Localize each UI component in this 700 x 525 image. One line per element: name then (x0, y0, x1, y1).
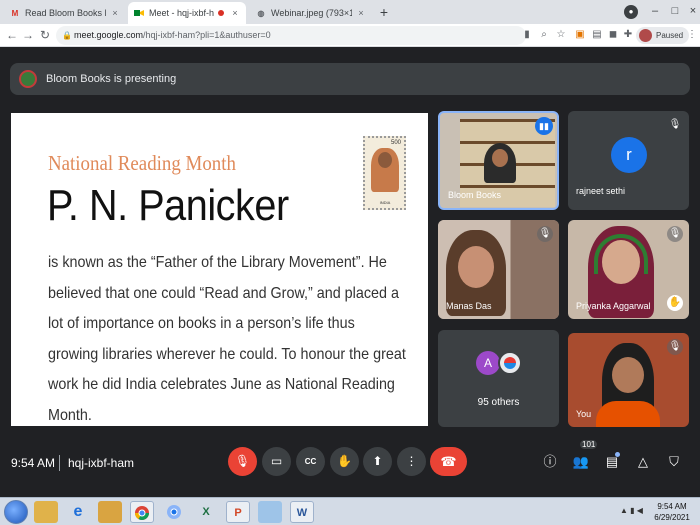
tab-webinar[interactable]: ◍ Webinar.jpeg (793×1122) × (250, 2, 372, 24)
browser-toolbar: ← → ↻ 🔒 meet.google.com/hqj-ixbf-ham?pli… (0, 24, 700, 47)
participant-name: Manas Das (446, 301, 492, 311)
url-host: meet.google.com (74, 30, 144, 40)
minimize-button[interactable]: – (644, 0, 666, 24)
tab-close-icon[interactable]: × (110, 8, 120, 18)
participant-video (596, 343, 660, 427)
participant-tile-others[interactable]: A 95 others (438, 330, 559, 427)
people-count-badge: 101 (580, 440, 598, 449)
avatar (639, 29, 652, 42)
camera-toggle-button[interactable]: ▭ (262, 447, 291, 476)
meeting-details-icon[interactable]: ⓘ (541, 453, 559, 471)
photos-icon[interactable] (258, 501, 282, 523)
extension-icon[interactable]: ▤ (590, 28, 604, 42)
participant-tile-you[interactable]: 🎙︎ You (568, 333, 689, 427)
divider (59, 455, 60, 471)
profile-menu-icon[interactable]: ● (624, 5, 638, 19)
mic-off-icon: 🎙︎ (668, 119, 682, 130)
participant-name: Priyanka Aggarwal (576, 301, 651, 311)
windows-taskbar: e X P W ▲ ▮ ◀ 9:54 AM 6/29/2021 (0, 497, 700, 525)
excel-icon[interactable]: X (194, 501, 218, 523)
raise-hand-icon: ✋ (667, 295, 683, 311)
others-count: 95 others (477, 397, 520, 408)
bloom-books-logo (19, 70, 37, 88)
meeting-code: hqj-ixbf-ham (68, 456, 135, 470)
bookmark-star-icon[interactable]: ☆ (554, 28, 568, 42)
shared-screen-slide: National Reading Month P. N. Panicker is… (11, 113, 428, 426)
browser-tab-strip: M Read Bloom Books Mystery Read × Meet -… (0, 0, 700, 24)
activities-icon[interactable]: △ (634, 453, 652, 471)
taskbar-date: 6/29/2021 (654, 513, 690, 522)
lock-icon: 🔒 (62, 31, 72, 40)
stamp-value: 500 (390, 140, 401, 146)
taskbar-time: 9:54 AM (657, 502, 687, 511)
present-screen-button[interactable]: ⬆ (363, 447, 392, 476)
mic-toggle-button[interactable]: 🎙︎ (228, 447, 257, 476)
people-icon[interactable]: 👥 (572, 453, 590, 471)
puzzle-icon[interactable]: ✚ (621, 28, 635, 42)
participant-name: rajneet sethi (576, 186, 626, 196)
back-button[interactable]: ← (4, 27, 20, 43)
speaking-indicator-icon: ▮▮ (535, 117, 553, 135)
system-tray-icons[interactable]: ▲ ▮ ◀ (620, 506, 643, 515)
slide-kicker: National Reading Month (48, 151, 236, 175)
meeting-time: 9:54 AM (11, 456, 56, 470)
forward-button[interactable]: → (20, 27, 36, 43)
folder-icon[interactable] (34, 501, 58, 523)
tab-close-icon[interactable]: × (356, 8, 366, 18)
new-tab-button[interactable]: + (375, 4, 393, 22)
raise-hand-button[interactable]: ✋ (330, 447, 359, 476)
profile-paused-button[interactable]: Paused (636, 27, 690, 44)
explorer-icon[interactable] (98, 501, 122, 523)
meet-icon (134, 8, 144, 18)
postage-stamp-image: 500 INDIA (363, 136, 406, 210)
chrome-icon[interactable] (162, 501, 186, 523)
extension-icon[interactable]: ◼ (606, 28, 620, 42)
chat-notification-dot (615, 452, 620, 457)
globe-icon: ◍ (257, 8, 265, 18)
leave-call-button[interactable]: ☎ (430, 447, 467, 476)
more-options-button[interactable]: ⋮ (397, 447, 426, 476)
slide-body: is known as the “Father of the Library M… (48, 254, 406, 424)
ie-icon[interactable]: e (66, 501, 90, 523)
captions-button[interactable]: CC (296, 447, 325, 476)
slide-title: P. N. Panicker (47, 181, 289, 230)
more-menu-icon[interactable]: ⋮ (685, 28, 699, 42)
word-icon[interactable]: W (290, 501, 314, 523)
url-path: /hqj-ixbf-ham?pli=1&authuser=0 (143, 30, 271, 40)
presenting-text: Bloom Books is presenting (46, 73, 177, 85)
chrome-icon[interactable] (130, 501, 154, 523)
tab-close-icon[interactable]: × (230, 8, 240, 18)
participant-tile-bloom-books[interactable]: ▮▮ Bloom Books (438, 111, 559, 210)
participant-video (484, 143, 516, 183)
stamp-face (378, 152, 392, 168)
gmail-icon: M (11, 8, 19, 18)
avatar: A (476, 351, 500, 375)
avatar (498, 351, 522, 375)
taskbar-clock[interactable]: 9:54 AM 6/29/2021 (648, 501, 696, 523)
tab-gmail[interactable]: M Read Bloom Books Mystery Read × (4, 2, 126, 24)
extension-icon[interactable]: ▣ (573, 28, 587, 42)
participant-tile-manas[interactable]: 🎙︎ Manas Das (438, 220, 559, 319)
participant-name: Bloom Books (448, 190, 502, 200)
start-button[interactable] (4, 500, 28, 524)
participant-tile-priyanka[interactable]: 🎙︎ ✋ Priyanka Aggarwal (568, 220, 689, 319)
avatar: r (611, 137, 647, 173)
host-controls-icon[interactable]: ⛉ (665, 453, 683, 471)
powerpoint-icon[interactable]: P (226, 501, 250, 523)
tab-meet[interactable]: Meet - hqj-ixbf-ham × (128, 2, 246, 24)
address-bar[interactable]: 🔒 meet.google.com/hqj-ixbf-ham?pli=1&aut… (56, 26, 526, 45)
reload-button[interactable]: ↻ (37, 27, 53, 43)
participant-tile-rajneet[interactable]: 🎙︎ r rajneet sethi (568, 111, 689, 210)
recording-dot-icon (218, 10, 224, 16)
mic-off-icon: 🎙︎ (667, 226, 683, 242)
mic-off-icon: 🎙︎ (537, 226, 553, 242)
close-window-button[interactable]: × (682, 0, 700, 24)
participant-name: You (576, 409, 592, 419)
stamp-caption: INDIA (379, 200, 391, 205)
presenting-banner: Bloom Books is presenting (10, 63, 690, 95)
camera-in-use-icon[interactable]: ▮ (520, 28, 534, 42)
zoom-icon[interactable]: ⌕ (537, 28, 551, 42)
mic-off-icon: 🎙︎ (667, 339, 683, 355)
